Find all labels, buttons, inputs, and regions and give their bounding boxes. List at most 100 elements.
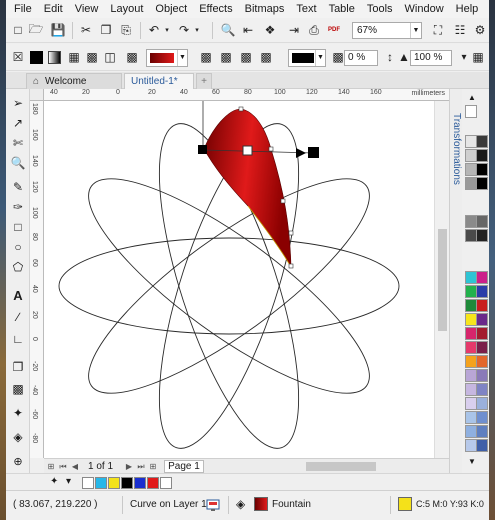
- doc-swatch[interactable]: [121, 477, 133, 489]
- fill-midpoint-node[interactable]: [242, 145, 253, 156]
- next-page-icon[interactable]: ▶: [124, 461, 134, 472]
- uniform-fill-icon[interactable]: [30, 51, 43, 64]
- pdf-export-icon[interactable]: PDF: [326, 22, 342, 38]
- cut-icon[interactable]: ✂: [78, 22, 94, 38]
- doc-swatch[interactable]: [108, 477, 120, 489]
- snap-to-icon[interactable]: ☷: [452, 22, 468, 38]
- doc-swatch[interactable]: [134, 477, 146, 489]
- shape-node-icon[interactable]: ↗: [8, 113, 28, 133]
- bitmap-pattern-icon[interactable]: ▩: [84, 49, 100, 65]
- palette-swatch[interactable]: [476, 135, 488, 148]
- palette-swatch[interactable]: [476, 299, 488, 312]
- eyedropper-icon[interactable]: ✦: [8, 403, 28, 423]
- connector-icon[interactable]: ∟: [8, 329, 28, 349]
- ellipse-icon[interactable]: ○: [8, 237, 28, 257]
- add-tab-button[interactable]: +: [196, 73, 212, 89]
- copy-icon[interactable]: ❐: [98, 22, 114, 38]
- texture-fill-icon[interactable]: ▩: [124, 49, 140, 65]
- palette-swatch[interactable]: [476, 229, 488, 242]
- menu-file[interactable]: File: [6, 0, 38, 18]
- arrow-pointer-icon[interactable]: ➢: [8, 93, 28, 113]
- menu-object[interactable]: Object: [149, 0, 193, 18]
- zoom-icon[interactable]: 🔍: [8, 153, 28, 173]
- palette-swatch[interactable]: [476, 215, 488, 228]
- curve-node[interactable]: [288, 263, 294, 269]
- horizontal-ruler[interactable]: 40 20 0 20 40 60 80 100 120 140 160 mill…: [44, 89, 449, 101]
- tab-welcome-screen[interactable]: ⌂ Welcome Screen: [26, 73, 122, 103]
- previous-page-icon[interactable]: ◀: [70, 461, 80, 472]
- parallel-dimension-icon[interactable]: ∕: [8, 307, 28, 327]
- menu-layout[interactable]: Layout: [104, 0, 149, 18]
- first-page-icon[interactable]: ⏮: [58, 461, 68, 472]
- vertical-ruler[interactable]: 180 160 140 120 100 80 60 40 20 0 -20 -4…: [30, 101, 44, 458]
- fill-color-picker[interactable]: ▼: [146, 49, 188, 67]
- palette-swatch[interactable]: [476, 163, 488, 176]
- undo-icon[interactable]: ↶: [146, 22, 162, 38]
- palette-swatch[interactable]: [476, 271, 488, 284]
- palette-swatch[interactable]: [476, 425, 488, 438]
- opacity-input[interactable]: 100 %: [410, 50, 452, 66]
- export-icon[interactable]: ⇥: [286, 22, 302, 38]
- save-icon[interactable]: 💾: [50, 22, 66, 38]
- palette-menu-icon[interactable]: ▾: [66, 476, 71, 487]
- drawing-canvas[interactable]: [44, 101, 434, 458]
- palette-swatch[interactable]: [476, 341, 488, 354]
- page-tab-1[interactable]: Page 1: [164, 460, 204, 473]
- doc-swatch[interactable]: [147, 477, 159, 489]
- ellipse-rotated-36[interactable]: [63, 147, 394, 425]
- palette-swatch[interactable]: [476, 355, 488, 368]
- print-icon[interactable]: ⎙: [306, 22, 322, 38]
- last-page-icon[interactable]: ⏭: [136, 461, 146, 472]
- undo-dropdown-icon[interactable]: ▾: [162, 22, 172, 38]
- corel-connect-icon[interactable]: ❖: [262, 22, 278, 38]
- menu-text[interactable]: Text: [290, 0, 322, 18]
- menu-effects[interactable]: Effects: [193, 0, 238, 18]
- interactive-fill-icon[interactable]: ◈: [8, 427, 28, 447]
- chevron-down-icon[interactable]: ▼: [177, 50, 187, 66]
- midpoint-icon[interactable]: ▩: [238, 49, 254, 65]
- palette-scroll-up-icon[interactable]: ▲: [468, 93, 476, 102]
- transparency-options-icon[interactable]: ▩: [258, 49, 274, 65]
- chevron-down-icon[interactable]: ▼: [410, 23, 421, 38]
- copy-fill-icon[interactable]: ▦: [470, 49, 486, 65]
- menu-table[interactable]: Table: [323, 0, 361, 18]
- polygon-icon[interactable]: ⬠: [8, 257, 28, 277]
- transparency-icon[interactable]: ▩: [8, 379, 28, 399]
- menu-view[interactable]: View: [69, 0, 105, 18]
- fill-end-node[interactable]: [308, 147, 319, 158]
- horizontal-scroll-thumb[interactable]: [306, 462, 376, 471]
- search-content-icon[interactable]: 🔍: [220, 22, 236, 38]
- menu-tools[interactable]: Tools: [361, 0, 399, 18]
- palette-swatch[interactable]: [476, 411, 488, 424]
- fill-start-node[interactable]: [198, 145, 207, 154]
- text-icon[interactable]: A: [8, 285, 28, 305]
- ellipse-rotated-144[interactable]: [63, 147, 394, 425]
- selected-petal-curve[interactable]: [203, 108, 292, 268]
- options-gear-icon[interactable]: ⚙: [472, 22, 488, 38]
- doc-swatch[interactable]: [160, 477, 172, 489]
- artistic-media-icon[interactable]: ✑: [8, 197, 28, 217]
- menu-edit[interactable]: Edit: [38, 0, 69, 18]
- node-transparency-input[interactable]: 0 %: [344, 50, 378, 66]
- palette-swatch[interactable]: [476, 313, 488, 326]
- palette-swatch[interactable]: [476, 327, 488, 340]
- palette-swatch[interactable]: [476, 177, 488, 190]
- outline-color-swatch[interactable]: [398, 497, 412, 511]
- ellipse-horizontal[interactable]: [58, 237, 400, 335]
- import-icon[interactable]: ⇤: [240, 22, 256, 38]
- curve-node[interactable]: [288, 230, 294, 236]
- paste-icon[interactable]: ⎘: [118, 22, 134, 38]
- gradient-node-icon[interactable]: ▩: [198, 49, 214, 65]
- palette-swatch[interactable]: [476, 439, 488, 452]
- fountain-fill-icon[interactable]: [48, 51, 61, 64]
- add-page-icon[interactable]: ⊞: [46, 461, 56, 472]
- display-mode-icon[interactable]: [206, 498, 220, 512]
- open-folder-icon[interactable]: 🗁: [28, 22, 44, 38]
- eyedropper-icon[interactable]: ✦: [50, 476, 58, 487]
- redo-dropdown-icon[interactable]: ▾: [192, 22, 202, 38]
- node-color-picker[interactable]: ▼: [288, 49, 326, 67]
- menu-window[interactable]: Window: [399, 0, 450, 18]
- palette-swatch[interactable]: [476, 285, 488, 298]
- no-fill-icon[interactable]: ☒: [10, 49, 26, 65]
- palette-swatch[interactable]: [476, 397, 488, 410]
